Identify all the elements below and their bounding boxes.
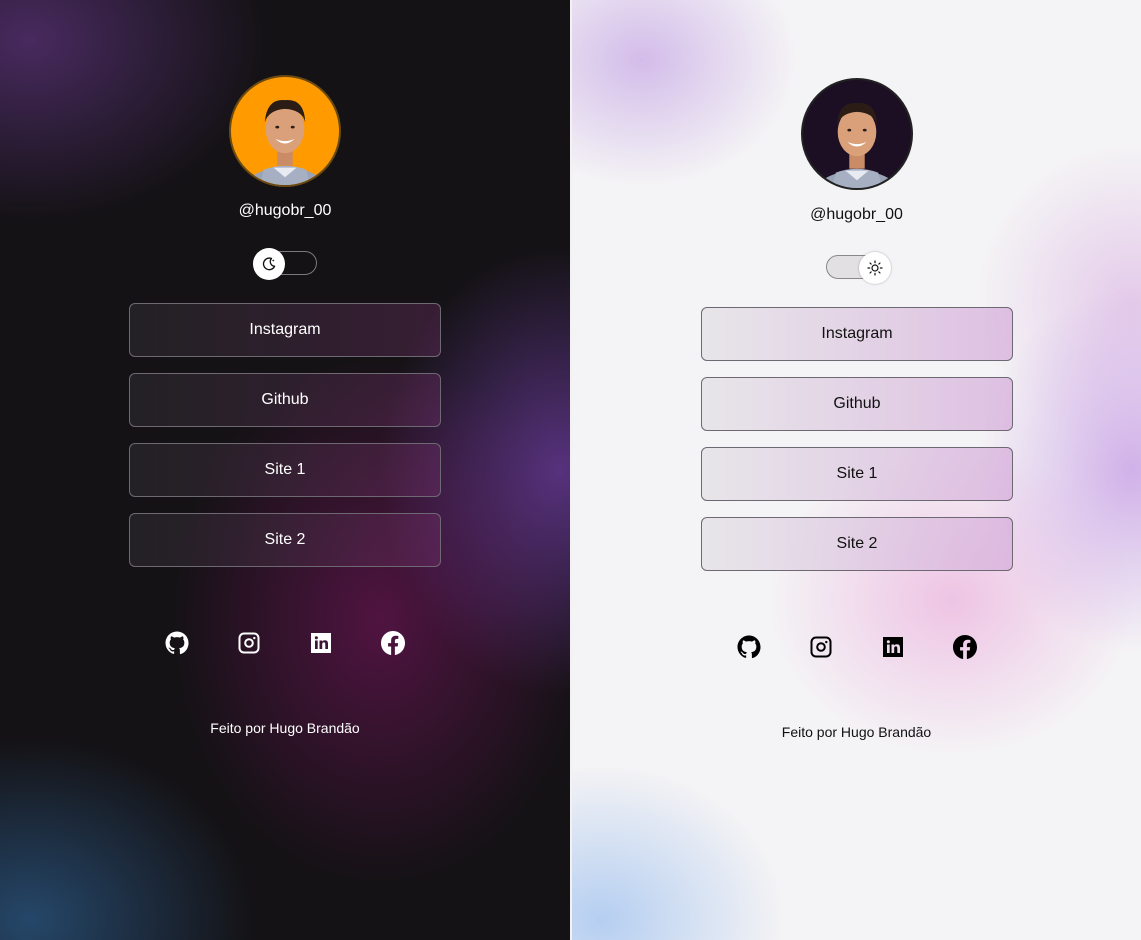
link-button-instagram[interactable]: Instagram bbox=[129, 303, 441, 357]
toggle-knob[interactable] bbox=[253, 248, 285, 280]
facebook-icon[interactable] bbox=[381, 631, 405, 655]
link-button-github[interactable]: Github bbox=[129, 373, 441, 427]
footer-credit: Feito por Hugo Brandão bbox=[210, 720, 360, 736]
light-theme-panel: @hugobr_00 Instagram Github Site 1 Site … bbox=[572, 0, 1141, 940]
username: @hugobr_00 bbox=[238, 202, 332, 219]
sun-icon bbox=[867, 260, 883, 276]
link-button-site-2[interactable]: Site 2 bbox=[701, 517, 1013, 571]
instagram-icon[interactable] bbox=[809, 635, 833, 659]
github-icon[interactable] bbox=[165, 631, 189, 655]
link-button-site-2[interactable]: Site 2 bbox=[129, 513, 441, 567]
link-button-github[interactable]: Github bbox=[701, 377, 1013, 431]
link-button-site-1[interactable]: Site 1 bbox=[701, 447, 1013, 501]
avatar bbox=[229, 75, 341, 187]
dark-theme-panel: @hugobr_00 Instagram Github Site 1 Site … bbox=[0, 0, 570, 940]
link-button-instagram[interactable]: Instagram bbox=[701, 307, 1013, 361]
linkedin-icon[interactable] bbox=[309, 631, 333, 655]
avatar bbox=[801, 78, 913, 190]
facebook-icon[interactable] bbox=[953, 635, 977, 659]
theme-toggle[interactable] bbox=[253, 248, 317, 280]
toggle-knob[interactable] bbox=[859, 252, 891, 284]
footer-credit: Feito por Hugo Brandão bbox=[781, 724, 932, 740]
linkedin-icon[interactable] bbox=[881, 635, 905, 659]
github-icon[interactable] bbox=[737, 635, 761, 659]
avatar-portrait bbox=[243, 100, 327, 185]
link-button-site-1[interactable]: Site 1 bbox=[129, 443, 441, 497]
moon-icon bbox=[262, 257, 276, 271]
username: @hugobr_00 bbox=[810, 206, 903, 223]
theme-toggle[interactable] bbox=[826, 252, 891, 284]
instagram-icon[interactable] bbox=[237, 631, 261, 655]
avatar-portrait bbox=[815, 103, 899, 188]
